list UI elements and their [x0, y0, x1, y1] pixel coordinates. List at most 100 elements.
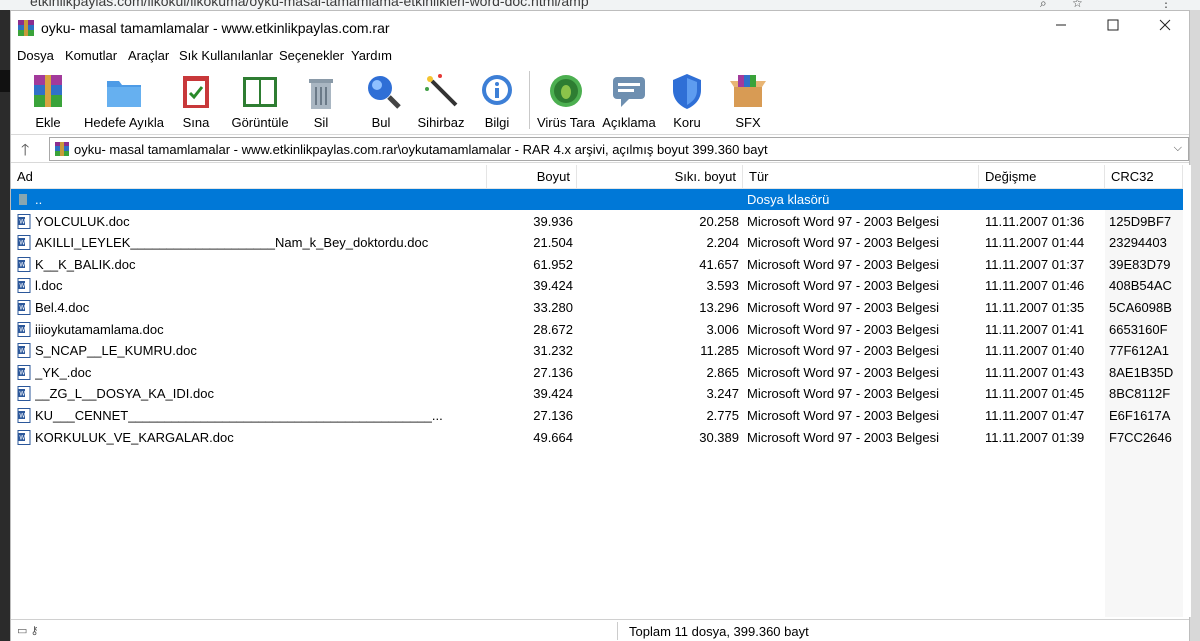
column-packed[interactable]: Sıkı. boyut: [577, 165, 743, 189]
delete-label: Sil: [313, 115, 329, 130]
file-name: l.doc: [35, 278, 63, 294]
file-row[interactable]: W YOLCULUK.doc 39.936 20.258 Microsoft Word …: [11, 211, 1183, 232]
virus-scan-button[interactable]: Virüs Tara: [535, 67, 597, 135]
status-total: Toplam 11 dosya, 399.360 bayt: [629, 624, 809, 639]
sfx-button[interactable]: SFX: [723, 67, 773, 135]
test-button[interactable]: Sına: [171, 67, 221, 135]
svg-text:W: W: [19, 326, 25, 333]
file-crc: 6653160F: [1109, 321, 1168, 337]
add-archive-icon: [34, 75, 62, 107]
column-modified[interactable]: Değişme: [979, 165, 1105, 189]
menu-araclar[interactable]: Araçlar: [128, 48, 169, 63]
file-modified: 11.11.2007 01:43: [985, 364, 1085, 380]
file-size: 27.136: [533, 364, 573, 380]
close-icon: [1159, 19, 1171, 31]
shield-icon: [673, 74, 701, 109]
view-label: Görüntüle: [231, 115, 289, 130]
file-size: 39.424: [533, 386, 573, 402]
chevron-down-icon[interactable]: ⌵: [1174, 142, 1182, 155]
clipboard-check-icon: [183, 76, 209, 108]
file-type: Microsoft Word 97 - 2003 Belgesi: [747, 213, 939, 229]
browser-url: etkinlikpaylas.com/ilkokul/ilkokuma/oyku…: [30, 0, 589, 9]
file-row[interactable]: W __ZG_L__DOSYA_KA_IDI.doc 39.424 3.247 Micr…: [11, 383, 1183, 404]
menu-secenekler[interactable]: Seçenekler: [279, 48, 344, 63]
file-modified: 11.11.2007 01:44: [985, 235, 1085, 251]
file-packed: 41.657: [699, 256, 739, 272]
star-icon[interactable]: ☆: [1072, 0, 1083, 10]
column-crc[interactable]: CRC32: [1105, 165, 1183, 189]
menu-yardim[interactable]: Yardım: [351, 48, 392, 63]
svg-text:W: W: [19, 413, 25, 420]
file-name: YOLCULUK.doc: [35, 213, 130, 229]
file-row[interactable]: W K__K_BALIK.doc 61.952 41.657 Microsoft Wor…: [11, 254, 1183, 275]
title-bar[interactable]: oyku- masal tamamlamalar - www.etkinlikp…: [11, 11, 1189, 45]
comment-button[interactable]: Açıklama: [599, 67, 659, 135]
file-row[interactable]: W AKILLI_LEYLEK____________________Nam_k_…: [11, 232, 1183, 253]
speech-bubble-icon: [613, 77, 645, 107]
up-arrow-icon[interactable]: 🡑: [21, 139, 29, 166]
column-type[interactable]: Tür: [743, 165, 979, 189]
status-divider: [617, 622, 618, 640]
box-icon: [730, 75, 766, 107]
protect-button[interactable]: Koru: [665, 67, 709, 135]
file-crc: 125D9BF7: [1109, 213, 1172, 229]
extract-to-button[interactable]: Hedefe Ayıkla: [79, 67, 169, 135]
word-doc-icon: W: [17, 321, 31, 337]
file-name: __ZG_L__DOSYA_KA_IDI.doc: [35, 386, 214, 402]
sfx-label: SFX: [735, 115, 761, 130]
parent-folder-name: ..: [35, 192, 43, 207]
file-row[interactable]: Wl.doc 39.424 3.593 Microsoft Word 97 - 200…: [11, 275, 1183, 296]
delete-button[interactable]: Sil: [299, 67, 343, 135]
file-row[interactable]: W KORKULUK_VE_KARGALAR.doc 49.664 30.389 Mic…: [11, 427, 1183, 448]
menu-komutlar[interactable]: Komutlar: [65, 48, 117, 63]
path-text: oyku- masal tamamlamalar - www.etkinlikp…: [74, 142, 768, 157]
file-size: 61.952: [533, 256, 573, 272]
file-row[interactable]: Wiiioykutamamlama.doc 28.672 3.006 Microsof…: [11, 319, 1183, 340]
path-bar: 🡑 oyku- masal tamamlamalar - www.etkinli…: [11, 135, 1189, 163]
file-type: Microsoft Word 97 - 2003 Belgesi: [747, 343, 939, 359]
find-button[interactable]: Bul: [359, 67, 403, 135]
view-button[interactable]: Görüntüle: [225, 67, 295, 135]
menu-sik-kullanilanlar[interactable]: Sık Kullanılanlar: [179, 48, 273, 63]
menu-icon[interactable]: ⋮: [1160, 0, 1172, 10]
info-label: Bilgi: [484, 115, 510, 130]
file-name: K__K_BALIK.doc: [35, 256, 136, 272]
winrar-window: oyku- masal tamamlamalar - www.etkinlikp…: [10, 10, 1191, 641]
parent-folder-row[interactable]: .. Dosya klasörü: [11, 189, 1183, 210]
column-name[interactable]: Ad: [11, 165, 487, 189]
book-icon: [243, 77, 277, 107]
parent-folder-type: Dosya klasörü: [747, 192, 830, 207]
minimize-button[interactable]: [1035, 11, 1087, 43]
file-crc: F7CC2646: [1109, 429, 1172, 445]
file-crc: 5CA6098B: [1109, 300, 1172, 315]
wizard-button[interactable]: Sihirbaz: [413, 67, 469, 135]
protect-label: Koru: [673, 115, 701, 130]
file-size: 28.672: [533, 321, 573, 337]
path-field[interactable]: oyku- masal tamamlamalar - www.etkinlikp…: [49, 137, 1189, 161]
column-size[interactable]: Boyut: [487, 165, 577, 189]
word-doc-icon: W: [17, 213, 31, 229]
maximize-button[interactable]: [1087, 11, 1139, 43]
svg-text:W: W: [19, 391, 25, 398]
file-row[interactable]: W S_NCAP__LE_KUMRU.doc 31.232 11.285 Microso…: [11, 340, 1183, 361]
file-row[interactable]: W KU___CENNET____________________________…: [11, 405, 1183, 426]
menu-dosya[interactable]: Dosya: [17, 48, 54, 63]
search-icon[interactable]: ⌕: [1040, 0, 1047, 10]
background-fragment: [0, 70, 10, 92]
file-modified: 11.11.2007 01:35: [985, 300, 1085, 315]
info-button[interactable]: Bilgi: [477, 67, 517, 135]
file-name: KORKULUK_VE_KARGALAR.doc: [35, 429, 234, 445]
file-size: 21.504: [533, 235, 573, 251]
scrollbar-track[interactable]: [1183, 165, 1191, 617]
file-type: Microsoft Word 97 - 2003 Belgesi: [747, 429, 939, 445]
close-button[interactable]: [1139, 11, 1191, 43]
word-doc-icon: W: [17, 235, 31, 251]
drive-status-icon: ▭ ⚷: [17, 625, 39, 637]
file-name: AKILLI_LEYLEK____________________Nam_k_B…: [35, 235, 429, 251]
add-button[interactable]: Ekle: [23, 67, 73, 135]
file-row[interactable]: W Bel.4.doc 33.280 13.296 Microsoft Word 97 …: [11, 297, 1183, 318]
file-crc: E6F1617A: [1109, 408, 1171, 423]
file-crc: 408B54AC: [1109, 278, 1172, 294]
column-header: Ad Boyut Sıkı. boyut Tür Değişme CRC32: [11, 165, 1183, 189]
file-row[interactable]: W _YK_.doc 27.136 2.865 Microsoft Word 97 - …: [11, 362, 1183, 383]
